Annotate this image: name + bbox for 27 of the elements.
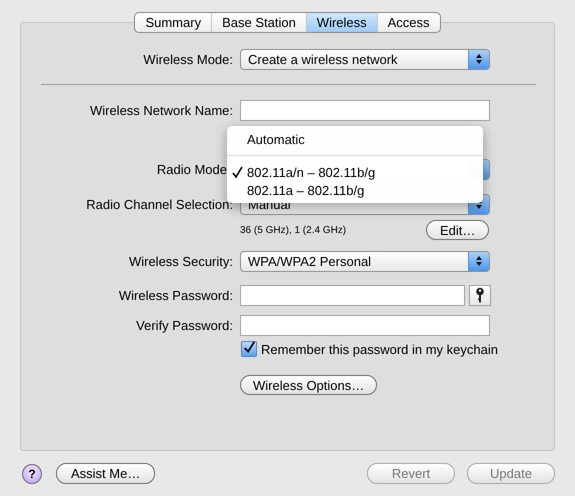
- field-label: Wireless Network Name:: [88, 102, 233, 118]
- edit-button[interactable]: Edit…: [426, 220, 490, 240]
- field-label: Radio Mode: [156, 162, 227, 176]
- tab[interactable]: Access: [378, 13, 440, 32]
- assist-me-button[interactable]: Assist Me…: [56, 463, 156, 484]
- menu-item[interactable]: 802.11a/n – 802.11b/g: [227, 163, 483, 181]
- security-popup[interactable]: WPA/WPA2 Personal: [240, 250, 490, 272]
- wireless-mode-popup[interactable]: Create a wireless network: [240, 48, 490, 70]
- field-label: Wireless Mode:: [142, 52, 233, 66]
- field-label: Wireless Security:: [128, 254, 233, 268]
- key-icon: [475, 287, 485, 303]
- password-field[interactable]: [240, 284, 465, 306]
- field-label: Wireless Password:: [118, 288, 233, 302]
- verify-password-field[interactable]: [240, 314, 490, 336]
- menu-item[interactable]: Automatic: [227, 130, 483, 148]
- wireless-options-button[interactable]: Wireless Options…: [240, 375, 378, 395]
- checkbox[interactable]: [241, 341, 257, 357]
- channel-info: 36 (5 GHz), 1 (2.4 GHz): [240, 224, 348, 236]
- checkbox-label: Remember this password in my keychain: [261, 342, 498, 356]
- tab[interactable]: Wireless: [306, 13, 378, 32]
- network-name-field[interactable]: [240, 100, 490, 120]
- stepper-icon: [468, 50, 489, 68]
- stepper-icon: [468, 252, 489, 270]
- help-button[interactable]: ?: [22, 464, 42, 484]
- keychain-button[interactable]: [469, 284, 491, 306]
- field-label: Verify Password:: [135, 318, 233, 332]
- field-label: Radio Channel Selection:: [85, 196, 233, 212]
